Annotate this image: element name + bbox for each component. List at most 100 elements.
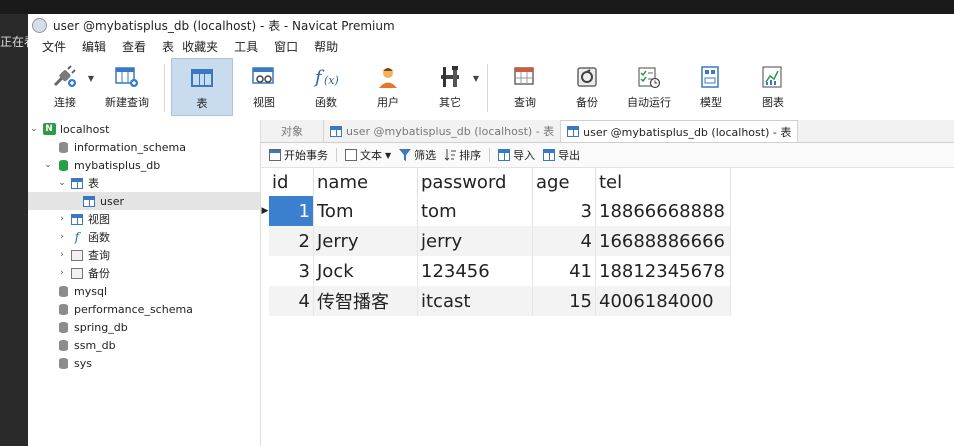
toolbar-automation-button[interactable]: 自动运行 — [618, 58, 680, 116]
toolbar-view-button[interactable]: 视图 — [233, 58, 295, 116]
cell-password[interactable]: jerry — [417, 226, 533, 256]
group-label: 表 — [88, 177, 99, 190]
toolbar-backup-button[interactable]: 备份 — [556, 58, 618, 116]
tree-group-backups[interactable]: › 备份 — [28, 264, 260, 282]
cell-name[interactable]: 传智播客 — [313, 286, 418, 316]
tree-db-performance-schema[interactable]: performance_schema — [28, 300, 260, 318]
chevron-right-icon[interactable]: › — [56, 250, 68, 260]
tree-group-queries[interactable]: › 查询 — [28, 246, 260, 264]
sort-button[interactable]: 排序 — [440, 147, 485, 163]
column-header-tel[interactable]: tel — [595, 168, 731, 196]
table-row[interactable]: 3 Jock 123456 41 18812345678 — [261, 256, 731, 286]
table-row[interactable]: 4 传智播客 itcast 15 4006184000 — [261, 286, 731, 316]
tree-db-information-schema[interactable]: information_schema — [28, 138, 260, 156]
cell-tel[interactable]: 4006184000 — [595, 286, 731, 316]
tree-table-user[interactable]: user — [28, 192, 260, 210]
menu-file[interactable]: 文件 — [34, 38, 74, 55]
backup-icon — [70, 267, 84, 280]
database-icon — [56, 141, 70, 154]
cell-tel[interactable]: 16688886666 — [595, 226, 731, 256]
export-button[interactable]: 导出 — [539, 147, 584, 163]
chevron-down-icon[interactable]: ⌄ — [42, 160, 54, 170]
toolbar-table-button[interactable]: 表 — [171, 58, 233, 116]
import-button[interactable]: 导入 — [494, 147, 539, 163]
cell-age[interactable]: 4 — [532, 226, 596, 256]
dropdown-arrow-icon[interactable]: ▼ — [473, 74, 479, 83]
chevron-right-icon[interactable]: › — [56, 268, 68, 278]
menu-window[interactable]: 窗口 — [266, 38, 306, 55]
chevron-down-icon[interactable]: ⌄ — [56, 178, 68, 188]
table-row[interactable]: ▶ 1 Tom tom 3 18866668888 — [261, 196, 731, 226]
menu-tools[interactable]: 工具 — [226, 38, 266, 55]
cell-name[interactable]: Tom — [313, 196, 418, 226]
table-name: user — [100, 194, 124, 208]
import-icon — [498, 149, 511, 161]
menu-view[interactable]: 查看 — [114, 38, 154, 55]
toolbar-chart-button[interactable]: 图表 — [742, 58, 804, 116]
cell-tel[interactable]: 18866668888 — [595, 196, 731, 226]
cell-tel[interactable]: 18812345678 — [595, 256, 731, 286]
column-header-age[interactable]: age — [532, 168, 596, 196]
cell-id[interactable]: 3 — [269, 256, 314, 286]
dropdown-arrow-icon[interactable]: ▼ — [88, 74, 94, 83]
toolbar-model-button[interactable]: 模型 — [680, 58, 742, 116]
text-button[interactable]: 文本 ▼ — [341, 147, 395, 163]
cell-id[interactable]: 4 — [269, 286, 314, 316]
table-row[interactable]: 2 Jerry jerry 4 16688886666 — [261, 226, 731, 256]
toolbar-query-button[interactable]: 查询 — [494, 58, 556, 116]
table-icon — [70, 177, 84, 190]
cell-id[interactable]: 2 — [269, 226, 314, 256]
tree-db-spring-db[interactable]: spring_db — [28, 318, 260, 336]
tree-db-sys[interactable]: sys — [28, 354, 260, 372]
chevron-right-icon[interactable]: › — [56, 232, 68, 242]
toolbar-other-button[interactable]: 其它 ▼ — [419, 58, 481, 116]
cell-name[interactable]: Jock — [313, 256, 418, 286]
cell-id[interactable]: 1 — [269, 196, 314, 226]
tab-user-table-1[interactable]: user @mybatisplus_db (localhost) - 表 — [324, 120, 562, 142]
cell-password[interactable]: tom — [417, 196, 533, 226]
toolbar-model-label: 模型 — [700, 96, 722, 109]
cell-age[interactable]: 41 — [532, 256, 596, 286]
database-icon — [56, 159, 70, 172]
automation-icon — [636, 64, 662, 90]
cell-age[interactable]: 15 — [532, 286, 596, 316]
column-header-password[interactable]: password — [417, 168, 533, 196]
tree-db-mybatisplus-db[interactable]: ⌄ mybatisplus_db — [28, 156, 260, 174]
tree-group-views[interactable]: › 视图 — [28, 210, 260, 228]
begin-transaction-button[interactable]: 开始事务 — [265, 147, 332, 163]
toolbar-query-label: 查询 — [514, 96, 536, 109]
toolbar-view-label: 视图 — [253, 96, 275, 109]
chevron-down-icon[interactable]: ⌄ — [28, 124, 40, 134]
menu-help[interactable]: 帮助 — [306, 38, 346, 55]
tree-group-tables[interactable]: ⌄ 表 — [28, 174, 260, 192]
toolbar-new-query-button[interactable]: 新建查询 — [96, 58, 158, 116]
tab-user-table-2[interactable]: user @mybatisplus_db (localhost) - 表 — [561, 120, 799, 142]
tree-db-ssm-db[interactable]: ssm_db — [28, 336, 260, 354]
column-header-name[interactable]: name — [313, 168, 418, 196]
tab-objects[interactable]: 对象 — [261, 120, 324, 142]
cell-age[interactable]: 3 — [532, 196, 596, 226]
menu-edit[interactable]: 编辑 — [74, 38, 114, 55]
background-window: 正在看 — [0, 14, 36, 446]
db-name: mybatisplus_db — [74, 158, 161, 172]
menu-favorites[interactable]: 收藏夹 — [178, 38, 226, 55]
tree-connection-localhost[interactable]: ⌄ N localhost — [28, 120, 260, 138]
menu-table[interactable]: 表 — [154, 38, 178, 55]
backup-icon — [574, 64, 600, 90]
toolbar-connect-button[interactable]: 连接 ▼ — [34, 58, 96, 116]
toolbar-function-button[interactable]: f (x) 函数 — [295, 58, 357, 116]
tab-label: user @mybatisplus_db (localhost) - 表 — [346, 125, 555, 138]
tree-db-mysql[interactable]: mysql — [28, 282, 260, 300]
table-header-row: id name password age tel — [261, 168, 731, 196]
toolbar-other-label: 其它 — [439, 96, 461, 109]
cell-password[interactable]: 123456 — [417, 256, 533, 286]
view-icon — [251, 64, 277, 90]
toolbar-user-button[interactable]: 用户 — [357, 58, 419, 116]
filter-button[interactable]: 筛选 — [395, 147, 440, 163]
column-header-id[interactable]: id — [269, 168, 314, 196]
tree-group-functions[interactable]: › f 函数 — [28, 228, 260, 246]
cell-password[interactable]: itcast — [417, 286, 533, 316]
cell-name[interactable]: Jerry — [313, 226, 418, 256]
chevron-right-icon[interactable]: › — [56, 214, 68, 224]
database-icon — [56, 321, 70, 334]
